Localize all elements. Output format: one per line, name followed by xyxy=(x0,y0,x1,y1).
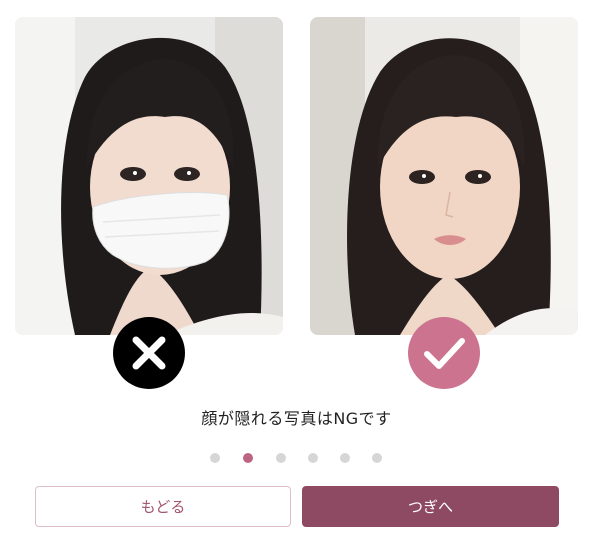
instruction-caption: 顔が隠れる写真はNGです xyxy=(201,409,392,428)
pagination-dot xyxy=(210,453,220,463)
pagination-dot xyxy=(276,453,286,463)
ng-badge xyxy=(113,317,185,389)
back-button[interactable]: もどる xyxy=(35,486,291,527)
pagination-dot xyxy=(372,453,382,463)
next-button[interactable]: つぎへ xyxy=(302,486,559,527)
photo-example-ng xyxy=(15,17,283,335)
ok-badge xyxy=(408,317,480,389)
pagination-dot xyxy=(308,453,318,463)
photo-example-ok xyxy=(310,17,578,335)
pagination-dot xyxy=(340,453,350,463)
checkmark-icon xyxy=(424,338,465,369)
cross-icon xyxy=(132,336,166,370)
pagination-dots xyxy=(210,452,386,464)
pagination-dot-active xyxy=(243,453,253,463)
